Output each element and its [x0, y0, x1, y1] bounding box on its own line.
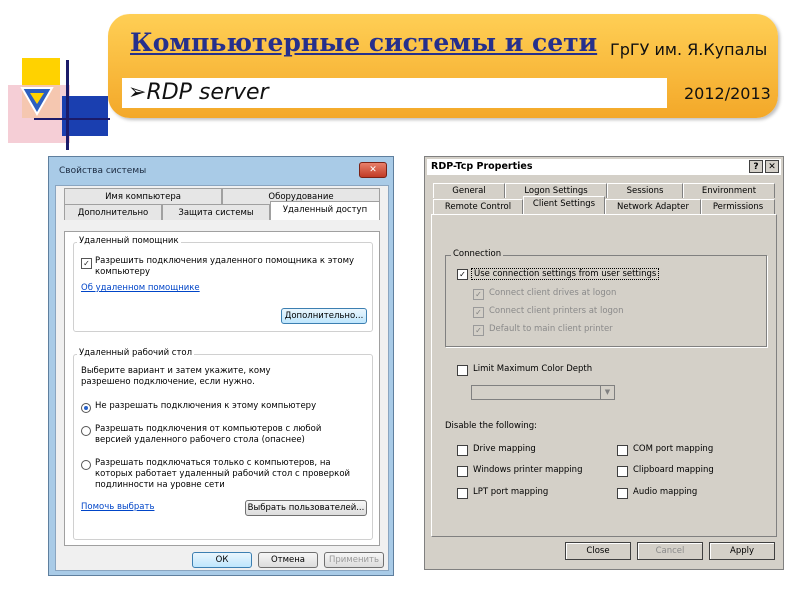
select-users-button[interactable]: Выбрать пользователей...	[245, 500, 367, 516]
option-any-version-label: Разрешать подключения от компьютеров с л…	[95, 424, 322, 445]
color-depth-select[interactable]: ▼	[471, 385, 615, 400]
dialog-title: RDP-Tcp Properties	[431, 161, 533, 172]
use-user-settings-label: Use connection settings from user settin…	[471, 268, 660, 280]
chevron-down-icon: ▼	[600, 386, 614, 399]
allow-remote-assistance-checkbox[interactable]: ✓	[81, 258, 92, 269]
connection-label: Connection	[451, 249, 504, 259]
limit-color-depth-checkbox[interactable]	[457, 365, 468, 376]
remote-desktop-description: Выберите вариант и затем укажите, кому р…	[81, 366, 271, 387]
apply-button[interactable]: Применить	[324, 552, 384, 568]
use-user-settings-checkbox[interactable]: ✓	[457, 269, 468, 280]
radio-allow-any-version[interactable]	[81, 426, 91, 436]
clipboard-mapping-label: Clipboard mapping	[631, 465, 716, 475]
about-remote-assistance-link[interactable]: Об удаленном помощнике	[81, 283, 200, 293]
cancel-button[interactable]: Отмена	[258, 552, 318, 568]
windows-printer-mapping-checkbox[interactable]	[457, 466, 468, 477]
disable-following-label: Disable the following:	[443, 421, 539, 431]
connect-drives-checkbox[interactable]: ✓	[473, 289, 484, 300]
system-properties-dialog: Свойства системы ✕ Имя компьютера Оборуд…	[48, 156, 394, 576]
slide-title: Компьютерные системы и сети	[130, 28, 598, 57]
tab-network-adapter[interactable]: Network Adapter	[605, 199, 701, 214]
advanced-button[interactable]: Дополнительно...	[281, 308, 367, 324]
decor-horizontal-line	[34, 118, 110, 120]
arrow-bullet-icon: ➢	[128, 80, 147, 105]
slide-subtitle: ➢RDP server	[128, 80, 269, 105]
decor-vertical-line	[66, 60, 69, 150]
option-nla-label: Разрешать подключаться только с компьюте…	[95, 458, 351, 490]
lpt-port-mapping-label: LPT port mapping	[471, 487, 551, 497]
tab-advanced[interactable]: Дополнительно	[64, 204, 162, 220]
option-deny-label: Не разрешать подключения к этому компьют…	[95, 401, 317, 411]
connect-printers-checkbox[interactable]: ✓	[473, 307, 484, 318]
com-port-mapping-label: COM port mapping	[631, 444, 716, 454]
help-choose-link[interactable]: Помочь выбрать	[81, 502, 154, 512]
dialog-title: Свойства системы	[59, 166, 147, 176]
title-bar: RDP-Tcp Properties ? ✕	[427, 159, 781, 175]
default-printer-label: Default to main client printer	[487, 324, 615, 334]
rdp-tcp-properties-dialog: RDP-Tcp Properties ? ✕ General Logon Set…	[424, 156, 784, 570]
radio-allow-nla-only[interactable]	[81, 460, 91, 470]
audio-mapping-checkbox[interactable]	[617, 488, 628, 499]
help-button[interactable]: ?	[749, 160, 763, 173]
close-icon[interactable]: ✕	[765, 160, 779, 173]
dialog-body: Имя компьютера Оборудование Дополнительн…	[55, 185, 389, 571]
ok-button[interactable]: ОК	[192, 552, 252, 568]
remote-desktop-label: Удаленный рабочий стол	[77, 348, 195, 358]
university-logo-icon	[20, 87, 54, 116]
tab-client-settings[interactable]: Client Settings	[523, 196, 605, 214]
tab-computer-name[interactable]: Имя компьютера	[64, 188, 222, 204]
tab-system-protection[interactable]: Защита системы	[162, 204, 270, 220]
allow-remote-assistance-label: Разрешить подключения удаленного помощни…	[95, 256, 355, 277]
slide-year: 2012/2013	[684, 84, 771, 103]
connect-drives-label: Connect client drives at logon	[487, 288, 619, 298]
tab-general[interactable]: General	[433, 183, 505, 198]
close-button[interactable]: Close	[565, 542, 631, 560]
cancel-button[interactable]: Cancel	[637, 542, 703, 560]
drive-mapping-checkbox[interactable]	[457, 445, 468, 456]
audio-mapping-label: Audio mapping	[631, 487, 700, 497]
tab-environment[interactable]: Environment	[683, 183, 775, 198]
close-button[interactable]: ✕	[359, 162, 387, 178]
limit-color-depth-label: Limit Maximum Color Depth	[471, 364, 595, 374]
apply-button[interactable]: Apply	[709, 542, 775, 560]
default-printer-checkbox[interactable]: ✓	[473, 325, 484, 336]
tab-permissions[interactable]: Permissions	[701, 199, 775, 214]
clipboard-mapping-checkbox[interactable]	[617, 466, 628, 477]
slide-organization: ГрГУ им. Я.Купалы	[610, 40, 768, 59]
tab-remote-control[interactable]: Remote Control	[433, 199, 523, 214]
drive-mapping-label: Drive mapping	[471, 444, 538, 454]
lpt-port-mapping-checkbox[interactable]	[457, 488, 468, 499]
tab-remote-access[interactable]: Удаленный доступ	[270, 201, 380, 220]
remote-assistance-label: Удаленный помощник	[77, 236, 181, 246]
connect-printers-label: Connect client printers at logon	[487, 306, 626, 316]
com-port-mapping-checkbox[interactable]	[617, 445, 628, 456]
tab-sessions[interactable]: Sessions	[607, 183, 683, 198]
remote-access-panel: Удаленный помощник ✓ Разрешить подключен…	[64, 231, 380, 546]
windows-printer-mapping-label: Windows printer mapping	[471, 465, 585, 475]
radio-deny-connections[interactable]	[81, 403, 91, 413]
